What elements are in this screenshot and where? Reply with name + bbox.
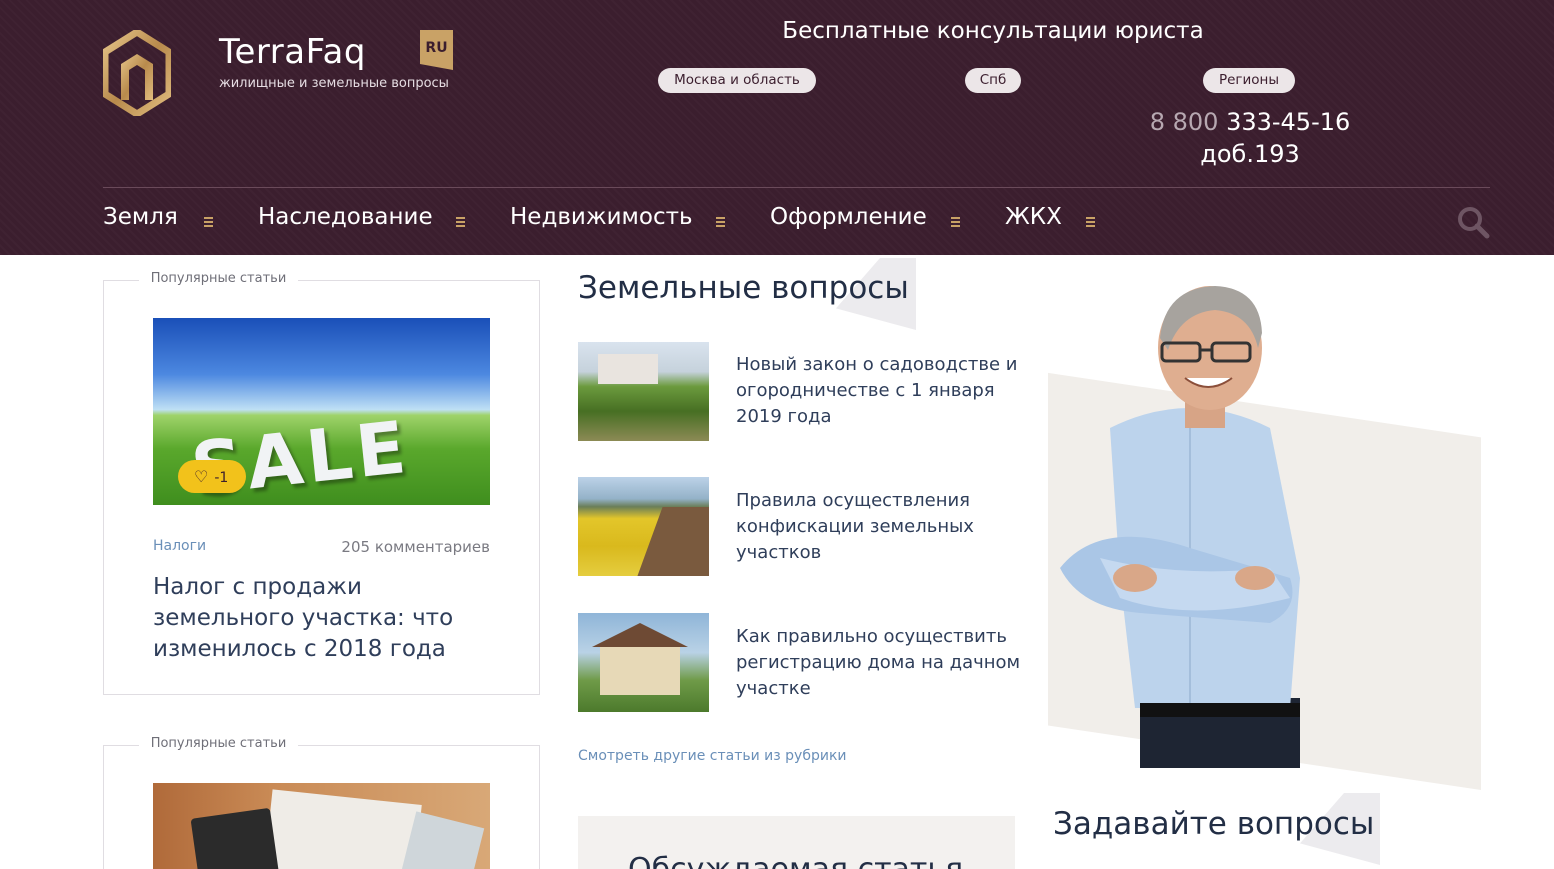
article-thumbnail[interactable] xyxy=(578,613,709,712)
consult-title: Бесплатные консультации юриста xyxy=(782,18,1204,44)
popular-label: Популярные статьи xyxy=(0,271,437,286)
article-link[interactable]: Правила осуществления конфискации земель… xyxy=(736,488,1026,566)
lawyer-photo xyxy=(1060,286,1300,768)
nav-item-housing[interactable]: ЖКХ xyxy=(1005,204,1062,230)
nav-item-inheritance[interactable]: Наследование xyxy=(258,204,433,230)
article-link[interactable]: Как правильно осуществить регистрацию до… xyxy=(736,624,1026,702)
discussed-article-block: Обсуждаемая статья xyxy=(578,816,1015,869)
search-icon[interactable] xyxy=(1456,205,1490,239)
section-title[interactable]: Земельные вопросы xyxy=(578,270,909,306)
article-image[interactable] xyxy=(153,783,490,869)
nav-item-registration[interactable]: Оформление xyxy=(770,204,927,230)
menu-icon[interactable] xyxy=(951,217,960,227)
like-count: -1 xyxy=(214,470,229,486)
phone-prefix: 8 800 xyxy=(1149,108,1219,136)
article-thumbnail[interactable] xyxy=(578,342,709,441)
phone-block[interactable]: 8 800 333-45-16 доб.193 xyxy=(1100,106,1400,170)
phone-extension: доб.193 xyxy=(1200,140,1300,168)
brand-tagline: жилищные и земельные вопросы xyxy=(219,76,449,91)
menu-icon[interactable] xyxy=(204,217,213,227)
paper-image-part xyxy=(264,789,422,869)
header-divider xyxy=(103,187,1490,188)
region-moscow-button[interactable]: Москва и область xyxy=(658,68,816,93)
nav-item-land[interactable]: Земля xyxy=(103,204,178,230)
phone-number: 333-45-16 xyxy=(1226,108,1351,136)
brand-name[interactable]: TerraFaq xyxy=(219,32,366,72)
ask-title: Задавайте вопросы xyxy=(1053,806,1375,842)
like-button[interactable]: ♡ -1 xyxy=(178,460,246,493)
comments-count[interactable]: 205 комментариев xyxy=(290,538,490,556)
article-title-link[interactable]: Налог с продажи земельного участка: что … xyxy=(153,572,493,665)
article-link[interactable]: Новый закон о садоводстве и огородничест… xyxy=(736,352,1026,430)
site-header: TerraFaq жилищные и земельные вопросы RU… xyxy=(0,0,1554,255)
calculator-image-part xyxy=(190,807,280,869)
heart-icon: ♡ xyxy=(194,467,209,486)
nav-item-realty[interactable]: Недвижимость xyxy=(510,204,693,230)
region-other-button[interactable]: Регионы xyxy=(1203,68,1295,93)
region-spb-button[interactable]: Спб xyxy=(965,68,1021,93)
popular-label: Популярные статьи xyxy=(0,736,437,751)
language-badge[interactable]: RU xyxy=(420,30,453,70)
more-articles-link[interactable]: Смотреть другие статьи из рубрики xyxy=(578,748,847,764)
money-image-part xyxy=(401,811,485,869)
article-thumbnail[interactable] xyxy=(578,477,709,576)
discussed-title: Обсуждаемая статья xyxy=(628,852,963,869)
logo-icon[interactable] xyxy=(103,30,171,116)
menu-icon[interactable] xyxy=(1086,217,1095,227)
menu-icon[interactable] xyxy=(716,217,725,227)
menu-icon[interactable] xyxy=(456,217,465,227)
article-category-link[interactable]: Налоги xyxy=(153,538,206,554)
